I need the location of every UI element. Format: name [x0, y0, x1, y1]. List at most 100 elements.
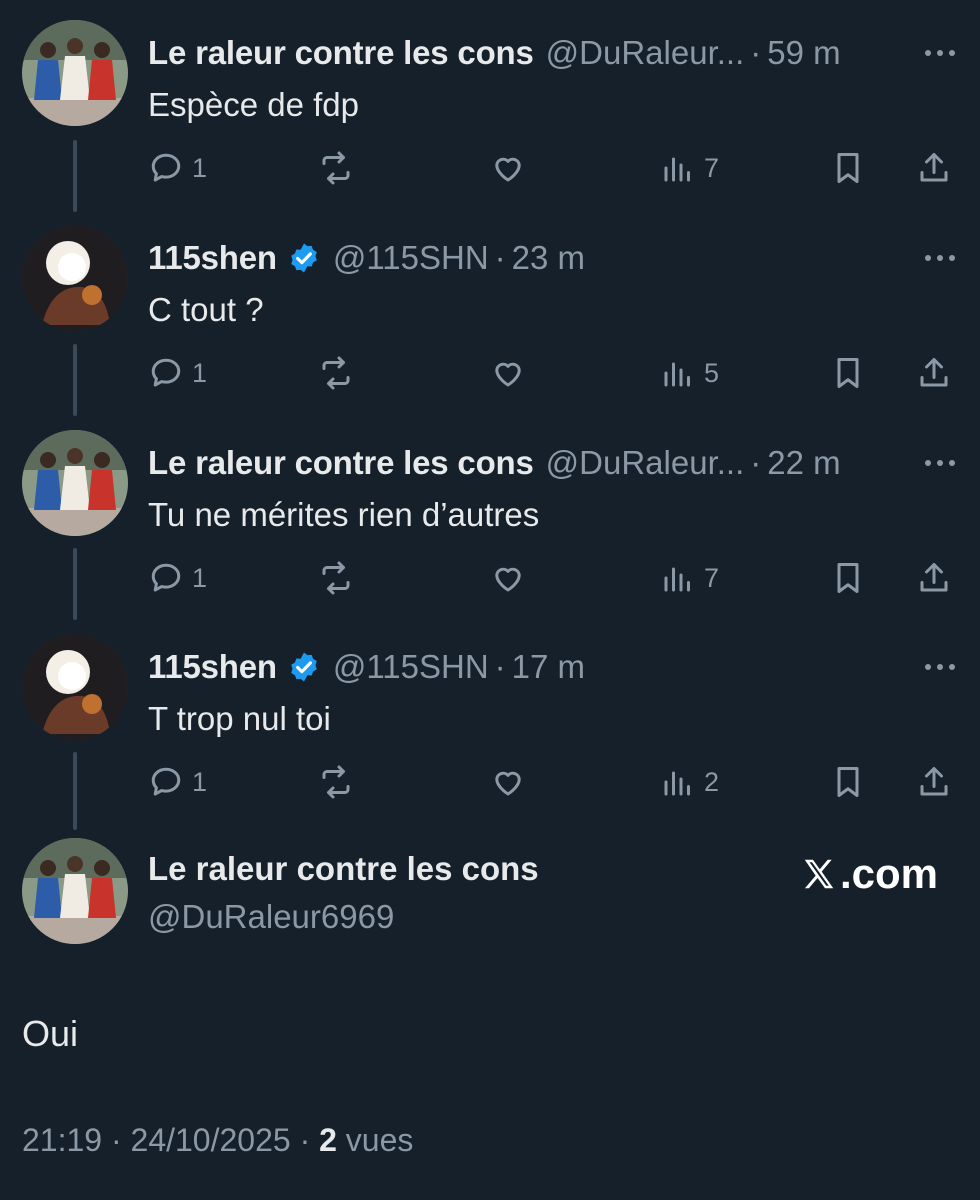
bookmark-icon — [837, 767, 859, 797]
tweet-text: C tout ? — [148, 291, 264, 328]
avatar[interactable] — [22, 430, 128, 536]
reply-count: 1 — [192, 357, 208, 388]
share-button[interactable] — [916, 752, 952, 812]
blurred-figure-avatar-image — [22, 225, 128, 331]
more-options-icon[interactable] — [922, 652, 958, 682]
share-icon — [920, 153, 948, 182]
repost-icon — [322, 356, 350, 390]
author-handle[interactable]: @115SHN — [333, 239, 489, 277]
timestamp[interactable]: 59 m — [767, 34, 840, 72]
author-handle[interactable]: @DuRaleur... — [546, 34, 745, 72]
share-button[interactable] — [916, 343, 952, 403]
action-bar: 1 7 — [0, 138, 980, 198]
main-post-author-name[interactable]: Le raleur contre les cons — [148, 850, 539, 888]
separator-dot: · — [494, 648, 506, 685]
analytics-icon — [664, 362, 690, 387]
bookmark-button[interactable] — [830, 752, 866, 812]
tweet-header: Le raleur contre les cons @DuRaleur... ·… — [148, 32, 841, 74]
repost-button[interactable] — [318, 343, 354, 403]
avatar[interactable] — [22, 20, 128, 126]
author-name[interactable]: 115shen — [148, 648, 277, 686]
author-handle[interactable]: @DuRaleur... — [546, 444, 745, 482]
views-button[interactable]: 2 — [660, 752, 719, 812]
post-meta: 21:19 · 24/10/2025 · 2 vues — [22, 1122, 413, 1159]
reply-button[interactable]: 1 — [148, 343, 207, 403]
bookmark-icon — [837, 153, 859, 183]
reply-button[interactable]: 1 — [148, 138, 207, 198]
share-icon — [920, 767, 948, 796]
like-button[interactable] — [490, 343, 526, 403]
analytics-icon — [664, 771, 690, 796]
watermark-text: .com — [840, 850, 939, 897]
tweet-header: 115shen @115SHN · 23 m — [148, 237, 585, 279]
reply-button[interactable]: 1 — [148, 752, 207, 812]
reply-count: 1 — [192, 152, 208, 183]
share-button[interactable] — [916, 548, 952, 608]
heart-icon — [495, 362, 521, 387]
action-bar: 1 2 — [0, 752, 980, 812]
tweet-text: Tu ne mérites rien d’autres — [148, 496, 540, 533]
tweet-text: T trop nul toi — [148, 700, 331, 737]
like-button[interactable] — [490, 752, 526, 812]
timestamp[interactable]: 23 m — [512, 239, 585, 277]
reply-count: 1 — [192, 766, 208, 797]
separator-dot: · — [750, 444, 762, 481]
reply-button[interactable]: 1 — [148, 548, 207, 608]
reply-icon — [151, 563, 181, 592]
bookmark-button[interactable] — [830, 138, 866, 198]
like-button[interactable] — [490, 138, 526, 198]
views-button[interactable]: 5 — [660, 343, 719, 403]
repost-button[interactable] — [318, 548, 354, 608]
author-name[interactable]: 115shen — [148, 239, 277, 277]
avatar[interactable] — [22, 634, 128, 740]
views-button[interactable]: 7 — [660, 548, 719, 608]
action-bar: 1 5 — [0, 343, 980, 403]
main-post-avatar[interactable] — [22, 838, 128, 944]
repost-icon — [322, 765, 350, 799]
repost-icon — [322, 151, 350, 185]
author-handle[interactable]: @115SHN — [333, 648, 489, 686]
x-com-watermark: .com — [800, 850, 938, 898]
author-name[interactable]: Le raleur contre les cons — [148, 444, 534, 482]
post-timestamp[interactable]: 21:19 · 24/10/2025 · — [22, 1122, 310, 1158]
main-post-text: Oui — [22, 1013, 79, 1054]
reply-icon — [151, 358, 181, 387]
bookmark-button[interactable] — [830, 343, 866, 403]
analytics-icon — [664, 157, 690, 182]
repost-button[interactable] — [318, 752, 354, 812]
like-button[interactable] — [490, 548, 526, 608]
blurred-figure-avatar-image — [22, 634, 128, 740]
bookmark-button[interactable] — [830, 548, 866, 608]
more-options-icon[interactable] — [922, 448, 958, 478]
share-icon — [920, 563, 948, 592]
repost-icon — [322, 561, 350, 595]
bookmark-icon — [837, 563, 859, 593]
tweet-header: Le raleur contre les cons @DuRaleur... ·… — [148, 442, 841, 484]
action-bar: 1 7 — [0, 548, 980, 608]
share-button[interactable] — [916, 138, 952, 198]
three-women-avatar-image — [22, 430, 128, 536]
separator-dot: · — [750, 34, 762, 71]
heart-icon — [495, 771, 521, 796]
view-count: 7 — [704, 152, 720, 183]
heart-icon — [495, 157, 521, 182]
timestamp[interactable]: 17 m — [512, 648, 585, 686]
view-count: 2 — [319, 1122, 337, 1158]
view-count: 2 — [704, 766, 720, 797]
verified-badge-icon — [291, 243, 317, 273]
more-options-icon[interactable] — [922, 38, 958, 68]
reply-icon — [151, 153, 181, 182]
main-post-author-handle[interactable]: @DuRaleur6969 — [148, 898, 394, 936]
three-women-avatar-image — [22, 838, 128, 944]
timestamp[interactable]: 22 m — [767, 444, 840, 482]
avatar[interactable] — [22, 225, 128, 331]
heart-icon — [495, 567, 521, 592]
three-women-avatar-image — [22, 20, 128, 126]
separator-dot: · — [494, 239, 506, 276]
verified-badge-icon — [291, 652, 317, 682]
tweet-text: Espèce de fdp — [148, 86, 359, 123]
views-button[interactable]: 7 — [660, 138, 719, 198]
more-options-icon[interactable] — [922, 243, 958, 273]
author-name[interactable]: Le raleur contre les cons — [148, 34, 534, 72]
repost-button[interactable] — [318, 138, 354, 198]
